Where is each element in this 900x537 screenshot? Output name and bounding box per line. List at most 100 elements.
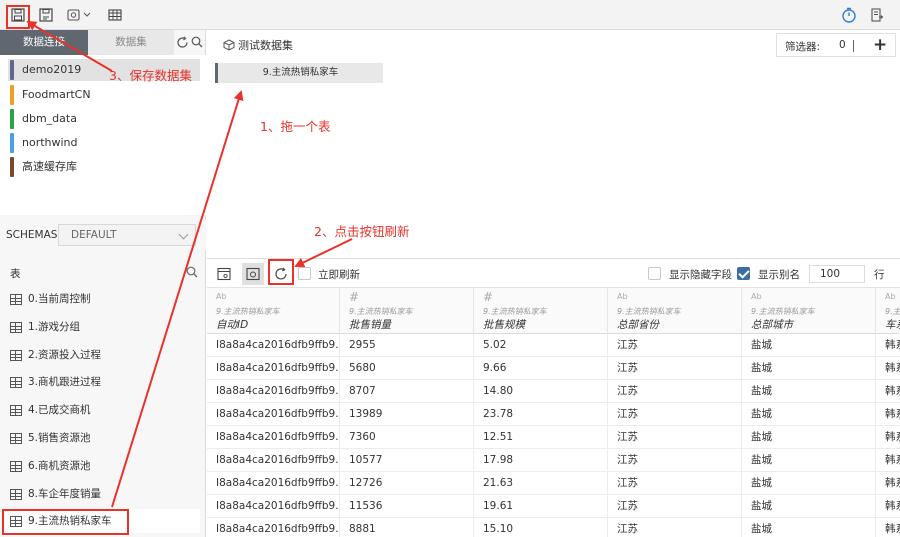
table-cell: I8a8a4ca2016dfb9ffb9... [207,518,340,537]
table-cell: 8881 [340,518,474,537]
schemas-row: SCHEMAS DEFAULT [0,220,206,250]
field-name: 自动ID [216,319,249,331]
column-header[interactable]: Ab 9.主流热销私家车 总部省份 [608,288,742,334]
table-icon [10,377,22,388]
table-cell: 12726 [340,472,474,495]
column-header[interactable]: Ab 9.主流热销私家车 自动ID [207,288,340,334]
data-preview-icon [246,267,260,281]
table-cell: 9.66 [474,357,608,380]
schemas-label: SCHEMAS [6,229,58,241]
field-type-icon: Ab [617,292,628,301]
table-item[interactable]: 6.商机资源池 [4,454,200,478]
field-source: 9.主流热销私家车 [216,307,280,316]
table-cell: I8a8a4ca2016dfb9ffb9... [207,472,340,495]
table-cell: 江苏 [608,472,742,495]
preview-data-button[interactable] [242,263,264,285]
timer-icon [842,7,856,23]
table-cell: 盐城 [742,334,876,357]
column-header[interactable]: #9.主流热销私家车 批售销量 [340,288,474,334]
show-hidden-fields-checkbox[interactable] [648,267,661,280]
settings-dropdown-button[interactable] [66,4,94,26]
field-source: 9.主流热销私家车 [349,307,413,316]
timer-button[interactable] [838,4,860,26]
table-item[interactable]: 0.当前周控制 [4,287,200,311]
table-cell: 23.78 [474,403,608,426]
table-cell: 2955 [340,334,474,357]
dataset-canvas[interactable]: 测试数据集 筛选器: 0 + 9.主流热销私家车 [207,30,900,258]
table-cell: 江苏 [608,380,742,403]
tab-dataset[interactable]: 数据集 [88,30,174,55]
table-item[interactable]: 2.资源投入过程 [4,343,200,367]
filter-box[interactable]: 筛选器: 0 + [776,33,896,57]
column-header[interactable]: Ab 9.主流热销私家车 总部城市 [742,288,876,334]
table-cell: 盐城 [742,403,876,426]
table-cell: 韩系 [876,449,900,472]
export-button[interactable] [866,4,888,26]
schemas-select[interactable]: DEFAULT [58,224,196,246]
cube-icon [223,39,235,51]
left-panel: 数据连接 数据集 demo2019 FoodmartCN dbm_data no… [0,30,206,537]
field-name: 批售销量 [349,319,391,331]
field-name: 总部城市 [751,319,793,331]
table-cell: I8a8a4ca2016dfb9ffb9... [207,495,340,518]
table-item[interactable]: 1.游戏分组 [4,315,200,339]
show-alias-checkbox[interactable] [737,267,750,280]
table-cell: 15.10 [474,518,608,537]
table-cell: 5680 [340,357,474,380]
preview-toolbar: 立即刷新 显示隐藏字段 显示别名 100 行 [207,258,900,288]
row-unit-label: 行 [874,269,885,281]
table-item[interactable]: 5.销售资源池 [4,426,200,450]
field-type-icon: Ab [885,292,896,301]
table-cell: 盐城 [742,449,876,472]
refresh-now-checkbox[interactable] [298,267,311,280]
annotation-box-save [6,5,30,29]
table-icon [10,461,22,472]
table-cell: 14.80 [474,380,608,403]
tab-data-connection[interactable]: 数据连接 [0,30,88,55]
table-cell: 韩系 [876,426,900,449]
show-hidden-fields-label: 显示隐藏字段 [669,269,732,281]
table-search-icon[interactable] [186,266,198,281]
field-type-icon: # [349,290,360,304]
table-cell: 江苏 [608,495,742,518]
export-icon [871,8,884,22]
search-icon[interactable] [191,36,203,51]
table-icon [10,322,22,333]
row-count-input[interactable]: 100 [809,265,865,283]
table-cell: 韩系 [876,380,900,403]
annotation-box-table [2,509,129,535]
table-cell: 19.61 [474,495,608,518]
tables-header: 表 [0,262,206,282]
dragged-table-node[interactable]: 9.主流热销私家车 [215,63,383,83]
connection-item[interactable]: northwind [8,132,200,154]
add-filter-icon[interactable]: + [873,35,887,55]
field-name: 车系 [885,319,900,331]
connection-item[interactable]: 高速缓存库 [8,156,200,178]
column-header[interactable]: Ab 9.主流热销私家车车系 [876,288,900,334]
field-name: 总部省份 [617,319,659,331]
connection-item[interactable]: FoodmartCN [8,84,200,106]
table-cell: 韩系 [876,334,900,357]
preview-settings-button[interactable] [213,263,235,285]
table-item[interactable]: 4.已成交商机 [4,398,200,422]
table-cell: I8a8a4ca2016dfb9ffb9... [207,426,340,449]
table-icon [10,350,22,361]
table-grid-button[interactable] [104,4,126,26]
show-alias-label: 显示别名 [758,269,800,281]
table-cell: 江苏 [608,357,742,380]
connection-item[interactable]: dbm_data [8,108,200,130]
refresh-now-label: 立即刷新 [318,269,360,281]
table-item[interactable]: 3.商机跟进过程 [4,370,200,394]
save-as-button[interactable] [35,4,57,26]
table-cell: 21.63 [474,472,608,495]
table-cell: 盐城 [742,495,876,518]
table-cell: 8707 [340,380,474,403]
table-cell: 盐城 [742,357,876,380]
refresh-icon[interactable] [176,36,189,52]
field-source: 9.主流热销私家车 [751,307,815,316]
save-as-icon [39,8,53,22]
field-source: 9.主流热销私家车 [617,307,681,316]
annotation-step2: 2、点击按钮刷新 [314,224,410,239]
table-item[interactable]: 8.车企年度销量 [4,482,200,506]
column-header[interactable]: #9.主流热销私家车 批售规模 [474,288,608,334]
